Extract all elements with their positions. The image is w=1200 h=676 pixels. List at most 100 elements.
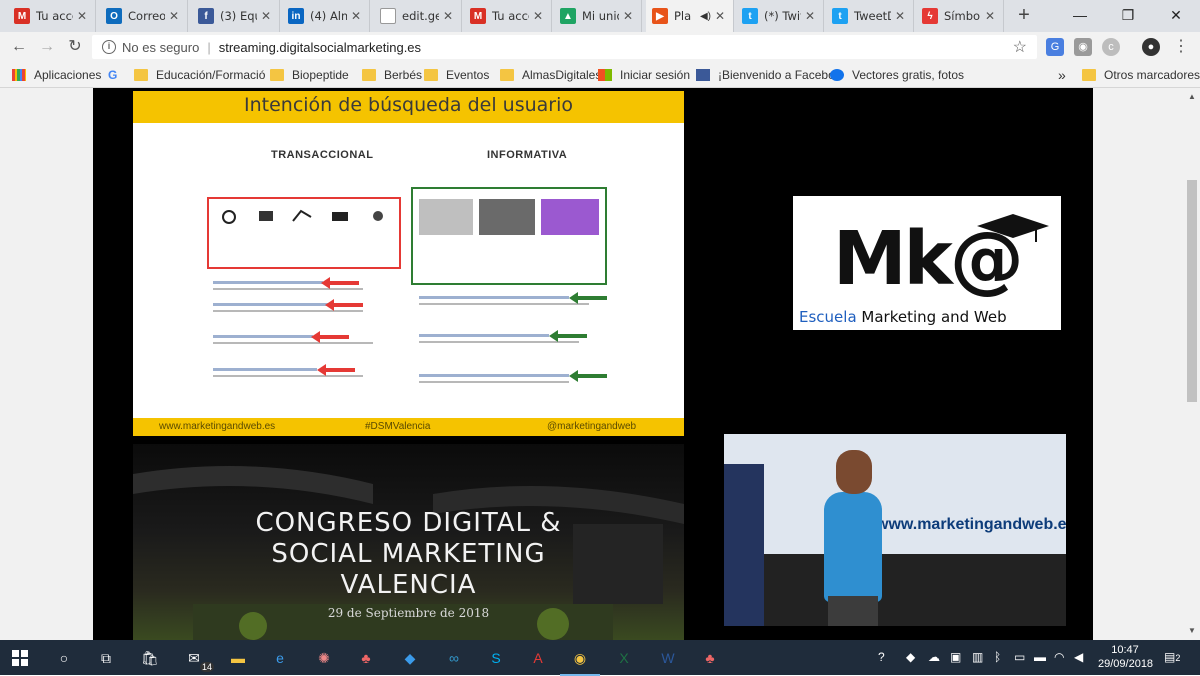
address-separator: | bbox=[207, 39, 211, 55]
video-player[interactable]: Intención de búsqueda del usuario TRANSA… bbox=[93, 88, 1093, 640]
notifications-icon[interactable]: ▤2 bbox=[1164, 650, 1180, 664]
edge-icon[interactable]: e bbox=[268, 646, 292, 670]
speaker-icon[interactable]: ◀) bbox=[700, 11, 711, 22]
close-tab-icon[interactable]: ✕ bbox=[895, 9, 907, 23]
camera-extension-icon[interactable]: ◉ bbox=[1074, 38, 1092, 56]
browser-tab[interactable]: in (4) Alm ✕ bbox=[282, 0, 370, 32]
bookmarks-overflow-button[interactable]: » bbox=[1058, 66, 1066, 84]
close-tab-icon[interactable]: ✕ bbox=[533, 9, 545, 23]
restore-button[interactable]: ❐ bbox=[1104, 0, 1152, 30]
store-icon[interactable]: 🛍 bbox=[138, 646, 162, 670]
close-tab-icon[interactable]: ✕ bbox=[715, 9, 727, 23]
close-tab-icon[interactable]: ✕ bbox=[169, 9, 181, 23]
search-result-line bbox=[213, 281, 323, 284]
bookmark-label: Berbés bbox=[384, 68, 423, 82]
freepik-icon bbox=[830, 69, 844, 81]
close-tab-icon[interactable]: ✕ bbox=[623, 9, 635, 23]
gmail-icon: M bbox=[470, 8, 486, 24]
reload-button[interactable]: ↻ bbox=[64, 36, 86, 58]
topic-app-icon[interactable]: ♣ bbox=[354, 646, 378, 670]
url-text[interactable]: streaming.digitalsocialmarketing.es bbox=[219, 40, 421, 55]
mail-icon[interactable]: ✉ 14 bbox=[182, 646, 214, 672]
task-view-icon[interactable]: ⧉ bbox=[94, 646, 118, 670]
bookmark-item[interactable]: Berbés bbox=[362, 66, 422, 84]
battery-icon[interactable]: ▬ bbox=[1034, 650, 1046, 664]
wifi-icon[interactable]: ◠ bbox=[1054, 650, 1064, 664]
tab-title: Mi unid bbox=[582, 9, 619, 23]
scroll-up-icon[interactable]: ▲ bbox=[1187, 92, 1197, 101]
bookmark-item[interactable]: Vectores gratis, fotos bbox=[830, 66, 964, 84]
app-icon[interactable]: ✺ bbox=[312, 646, 336, 670]
close-window-button[interactable]: ✕ bbox=[1152, 0, 1200, 30]
minimize-button[interactable]: — bbox=[1056, 0, 1104, 30]
close-tab-icon[interactable]: ✕ bbox=[351, 9, 363, 23]
network-icon[interactable]: ▭ bbox=[1014, 650, 1025, 664]
menu-dots-icon[interactable]: ⋮ bbox=[1172, 38, 1190, 56]
browser-tab[interactable]: ▶ Pla ◀) ✕ bbox=[646, 0, 734, 32]
dropbox-icon[interactable]: ◆ bbox=[398, 646, 422, 670]
volume-icon[interactable]: ◀ bbox=[1074, 650, 1083, 664]
cloud-icon[interactable]: ☁ bbox=[928, 650, 940, 664]
file-explorer-icon[interactable]: ▬ bbox=[226, 646, 250, 670]
chrome-icon[interactable]: ◉ bbox=[560, 646, 600, 676]
close-tab-icon[interactable]: ✕ bbox=[443, 9, 455, 23]
forward-button[interactable]: → bbox=[36, 36, 58, 58]
acrobat-icon[interactable]: A bbox=[526, 646, 550, 670]
other-bookmarks-folder[interactable]: Otros marcadores bbox=[1082, 66, 1200, 84]
folder-icon bbox=[424, 69, 438, 81]
close-tab-icon[interactable]: ✕ bbox=[805, 9, 817, 23]
windows-start-icon[interactable] bbox=[8, 646, 32, 670]
close-tab-icon[interactable]: ✕ bbox=[261, 9, 273, 23]
page-scrollbar[interactable]: ▲ ▼ bbox=[1184, 88, 1200, 640]
help-icon[interactable]: ? bbox=[878, 650, 885, 664]
browser-tab[interactable]: M Tu acce ✕ bbox=[8, 0, 96, 32]
red-arrow-icon bbox=[321, 277, 359, 289]
word-icon[interactable]: W bbox=[656, 646, 680, 670]
tray-icon[interactable]: ▥ bbox=[972, 650, 983, 664]
browser-tab[interactable]: ▲ Mi unid ✕ bbox=[554, 0, 642, 32]
close-tab-icon[interactable]: ✕ bbox=[985, 9, 997, 23]
dropbox-tray-icon[interactable]: ◆ bbox=[906, 650, 915, 664]
scroll-down-icon[interactable]: ▼ bbox=[1187, 626, 1197, 635]
tab-title: Símbol bbox=[944, 9, 981, 23]
info-icon[interactable]: i bbox=[102, 40, 116, 54]
back-button[interactable]: ← bbox=[8, 36, 30, 58]
bookmark-item[interactable]: Educación/Formació bbox=[134, 66, 265, 84]
skype-icon[interactable]: S bbox=[484, 646, 508, 670]
browser-tab[interactable]: f (3) Equ ✕ bbox=[192, 0, 280, 32]
address-bar[interactable]: i No es seguro | streaming.digitalsocial… bbox=[92, 35, 1037, 59]
scroll-thumb[interactable] bbox=[1187, 180, 1197, 402]
browser-tab[interactable]: t (*) Twit ✕ bbox=[736, 0, 824, 32]
close-tab-icon[interactable]: ✕ bbox=[77, 9, 89, 23]
search-result-line bbox=[213, 310, 363, 312]
browser-tab[interactable]: O Correo ✕ bbox=[100, 0, 188, 32]
arduino-icon[interactable]: ∞ bbox=[442, 646, 466, 670]
system-clock[interactable]: 10:47 29/09/2018 bbox=[1098, 643, 1153, 671]
product-image bbox=[327, 207, 353, 225]
profile-avatar[interactable]: ● bbox=[1142, 38, 1160, 56]
new-tab-button[interactable]: + bbox=[1014, 5, 1034, 26]
copyright-extension-icon[interactable]: c bbox=[1102, 38, 1120, 56]
bookmark-item[interactable]: Aplicaciones bbox=[12, 66, 101, 84]
browser-tab[interactable]: edit.ge ✕ bbox=[374, 0, 462, 32]
bookmark-item[interactable]: Eventos bbox=[424, 66, 489, 84]
cortana-icon[interactable]: ○ bbox=[52, 646, 76, 670]
bookmark-item[interactable]: Iniciar sesión bbox=[598, 66, 690, 84]
gmail-icon: M bbox=[14, 8, 30, 24]
translate-extension-icon[interactable]: G bbox=[1046, 38, 1064, 56]
browser-tab[interactable]: M Tu acce ✕ bbox=[464, 0, 552, 32]
bookmark-star-icon[interactable]: ☆ bbox=[1013, 37, 1027, 57]
bookmark-item[interactable]: AlmasDigitales bbox=[500, 66, 601, 84]
tray-icon[interactable]: ▣ bbox=[950, 650, 961, 664]
bookmark-label: Biopeptide bbox=[292, 68, 349, 82]
bookmark-item[interactable]: ¡Bienvenido a Facebo bbox=[696, 66, 835, 84]
excel-icon[interactable]: X bbox=[612, 646, 636, 670]
topic-app-icon[interactable]: ♣ bbox=[698, 646, 722, 670]
browser-tab[interactable]: ϟ Símbol ✕ bbox=[916, 0, 1004, 32]
bookmark-item[interactable]: Biopeptide bbox=[270, 66, 349, 84]
bookmark-item[interactable]: G bbox=[108, 66, 117, 84]
bluetooth-icon[interactable]: ᛒ bbox=[994, 650, 1001, 664]
graduation-cap-icon bbox=[977, 214, 1049, 242]
browser-tab[interactable]: t TweetD ✕ bbox=[826, 0, 914, 32]
video-thumbnail bbox=[541, 199, 599, 235]
